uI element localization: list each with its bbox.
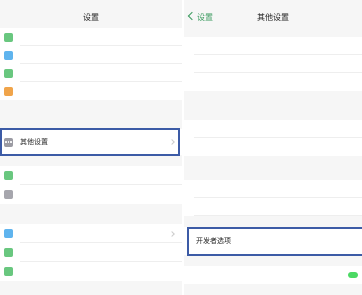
settings-row[interactable] [184, 180, 362, 198]
highlight-frame [187, 227, 362, 256]
status-bar [0, 0, 182, 9]
settings-row[interactable] [0, 82, 182, 100]
settings-row[interactable] [0, 64, 182, 82]
nav-bar: 设置 其他设置 [184, 9, 362, 26]
other-settings-screen: 设置 其他设置 开发者选项 [184, 0, 362, 295]
highlight-frame [0, 128, 180, 156]
blue-app-icon [4, 50, 13, 60]
settings-row[interactable] [184, 198, 362, 216]
settings-row[interactable] [0, 185, 182, 204]
green-app-icon [4, 248, 13, 257]
green-app-icon [4, 267, 13, 276]
chevron-right-icon [169, 230, 175, 237]
settings-row[interactable] [184, 120, 362, 138]
settings-row[interactable] [0, 243, 182, 262]
settings-screen: 设置 其他设置 [0, 0, 182, 295]
page-title: 设置 [83, 13, 99, 22]
status-bar [184, 0, 362, 9]
green-app-icon [4, 32, 13, 42]
gray-app-icon [4, 190, 13, 199]
settings-row[interactable] [184, 73, 362, 91]
orange-app-icon [4, 86, 13, 96]
nav-bar: 设置 [0, 9, 182, 26]
settings-row[interactable] [184, 55, 362, 73]
settings-row[interactable] [184, 266, 362, 284]
blue-app-icon [4, 229, 13, 238]
settings-row[interactable] [0, 28, 182, 46]
settings-row[interactable] [0, 262, 182, 281]
settings-row[interactable] [0, 166, 182, 185]
settings-row[interactable] [184, 37, 362, 55]
settings-row[interactable] [0, 224, 182, 243]
toggle-switch[interactable] [348, 272, 358, 278]
page-title: 其他设置 [257, 13, 289, 22]
green-app-icon [4, 171, 13, 180]
green-app-icon [4, 68, 13, 78]
settings-row[interactable] [0, 46, 182, 64]
settings-row[interactable] [184, 138, 362, 156]
